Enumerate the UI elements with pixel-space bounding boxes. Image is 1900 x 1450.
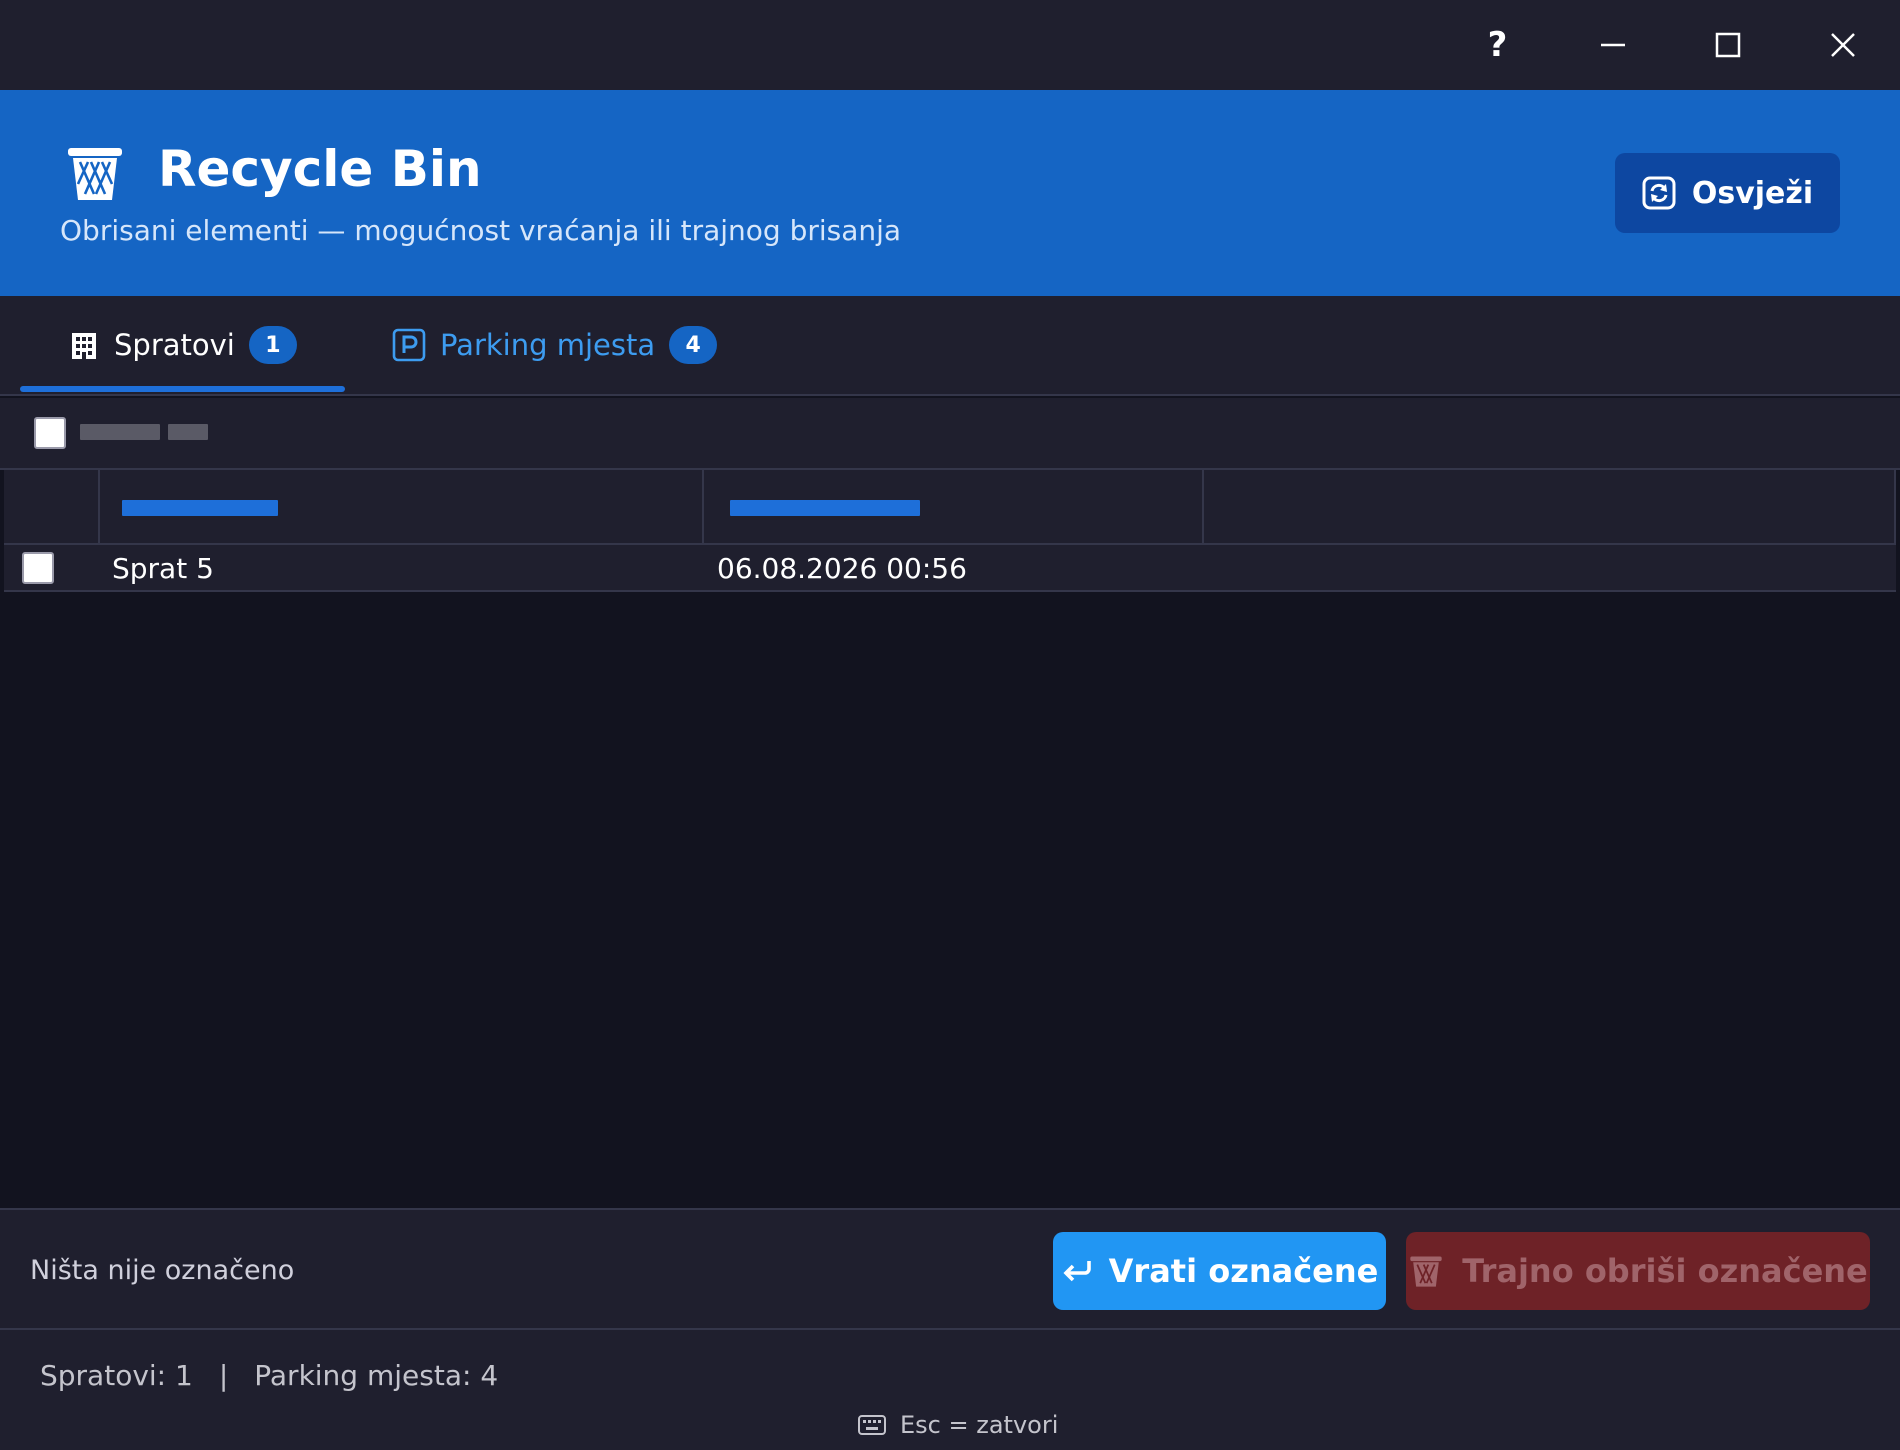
keyboard-icon <box>858 1415 886 1435</box>
title-bar: ? <box>0 0 1900 90</box>
minimize-button[interactable] <box>1555 0 1670 90</box>
trash-bin-icon <box>68 148 122 200</box>
undo-arrow-icon <box>1063 1261 1091 1282</box>
close-button[interactable] <box>1785 0 1900 90</box>
close-icon <box>1830 33 1855 57</box>
trash-bin-icon <box>1410 1256 1442 1287</box>
keyboard-hint-text: Esc = zatvori <box>900 1411 1059 1439</box>
minimize-icon <box>1600 43 1625 47</box>
tab-bar: Spratovi 1 Parking mjesta 4 <box>0 296 1900 396</box>
tab-parking-mjesta[interactable]: Parking mjesta 4 <box>392 296 732 394</box>
refresh-label: Osvježi <box>1691 175 1814 211</box>
header-cell-date-redacted[interactable] <box>704 470 1204 545</box>
select-all-bar <box>0 398 1900 470</box>
tab-parking-mjesta-badge: 4 <box>669 326 718 364</box>
restore-selected-label: Vrati označene <box>1108 1252 1379 1290</box>
keyboard-hint: Esc = zatvori <box>858 1408 1058 1442</box>
maximize-button[interactable] <box>1670 0 1785 90</box>
select-all-checkbox[interactable] <box>34 417 66 449</box>
refresh-icon <box>1642 176 1676 210</box>
header-cell-name-redacted[interactable] <box>100 470 704 545</box>
row-name: Sprat 5 <box>112 552 214 585</box>
delete-permanently-button[interactable]: Trajno obriši označene <box>1406 1232 1870 1310</box>
active-tab-indicator <box>20 386 345 392</box>
deleted-items-table: Sprat 5 06.08.2026 00:56 <box>4 470 1896 592</box>
parking-icon <box>392 328 426 362</box>
header-cell-empty <box>1204 470 1896 545</box>
maximize-icon <box>1715 32 1740 58</box>
tab-spratovi-badge: 1 <box>248 326 297 364</box>
page-subtitle: Obrisani elementi — mogućnost vraćanja i… <box>60 214 902 247</box>
tab-spratovi-label: Spratovi <box>114 328 235 362</box>
header-cell-select <box>4 470 100 545</box>
item-counts: Spratovi: 1 | Parking mjesta: 4 <box>40 1350 498 1400</box>
restore-selected-button[interactable]: Vrati označene <box>1053 1232 1386 1310</box>
building-icon <box>72 333 96 359</box>
table-header <box>4 470 1896 545</box>
selection-status: Ništa nije označeno <box>30 1254 295 1286</box>
row-checkbox[interactable] <box>22 552 54 584</box>
header-banner: Recycle Bin Obrisani elementi — mogućnos… <box>0 90 1900 296</box>
delete-permanently-label: Trajno obriši označene <box>1462 1252 1868 1290</box>
table-row[interactable]: Sprat 5 06.08.2026 00:56 <box>4 545 1896 592</box>
help-button[interactable]: ? <box>1440 0 1555 90</box>
parking-count: Parking mjesta: 4 <box>254 1358 499 1392</box>
select-all-label-redacted <box>80 416 208 448</box>
row-deleted-date: 06.08.2026 00:56 <box>717 552 967 585</box>
status-footer: Spratovi: 1 | Parking mjesta: 4 Esc = za… <box>0 1330 1900 1450</box>
page-title: Recycle Bin <box>158 140 482 198</box>
tab-parking-mjesta-label: Parking mjesta <box>440 328 656 362</box>
tab-spratovi[interactable]: Spratovi 1 <box>20 296 345 394</box>
floors-count: Spratovi: 1 <box>40 1358 193 1392</box>
action-bar: Ništa nije označeno Vrati označene Trajn… <box>0 1208 1900 1330</box>
counts-separator: | <box>218 1358 229 1392</box>
refresh-button[interactable]: Osvježi <box>1615 153 1840 233</box>
